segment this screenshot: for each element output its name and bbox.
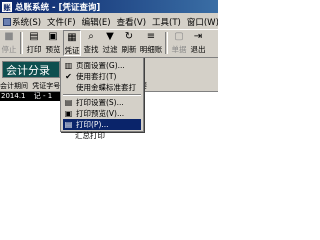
toolbar-separator bbox=[165, 32, 168, 54]
menu-item-use-template-print[interactable]: ✔ 使用套打(T) bbox=[63, 71, 141, 82]
stop-icon: ■ bbox=[4, 31, 14, 42]
menu-item-label: 打印设置(S)... bbox=[76, 98, 124, 107]
find-button-label: 查找 bbox=[83, 45, 99, 54]
print-icon: ▤ bbox=[64, 120, 73, 129]
document-button-label: 单据 bbox=[171, 45, 187, 54]
menu-item-page-setup[interactable]: ▥ 页面设置(G)... bbox=[63, 60, 141, 71]
menu-item-summary-print[interactable]: 汇总打印 bbox=[62, 130, 140, 141]
menu-item-label: 打印(P)... bbox=[76, 120, 109, 129]
menu-window-label: 窗口(W) bbox=[186, 17, 218, 28]
check-icon: ✔ bbox=[65, 72, 72, 81]
stop-button[interactable]: ■ 停止 bbox=[0, 30, 18, 56]
document-button[interactable]: ▢ 单据 bbox=[170, 30, 188, 56]
system-menu-icon bbox=[3, 17, 11, 26]
find-button[interactable]: ⌕ 查找 bbox=[82, 30, 100, 56]
menu-item-label: 汇总打印 bbox=[75, 131, 105, 140]
exit-button[interactable]: ⇥ 退出 bbox=[189, 30, 207, 56]
window-title: 总账系统 - [凭证查询] bbox=[15, 2, 101, 13]
exit-button-label: 退出 bbox=[190, 45, 206, 54]
menu-item-print-setup[interactable]: ▤ 打印设置(S)... bbox=[63, 97, 141, 108]
print-icon: ▤ bbox=[29, 31, 39, 42]
find-icon: ⌕ bbox=[88, 31, 94, 42]
preview-button[interactable]: ▣ 预览 bbox=[44, 30, 62, 56]
menu-item-standard-template-print[interactable]: 使用金蝶标准套打 bbox=[63, 82, 141, 93]
exit-icon: ⇥ bbox=[193, 31, 203, 42]
menu-bar: 系统(S) 文件(F) 编辑(E) 查看(V) 工具(T) 窗口(W) 帮助 bbox=[0, 14, 218, 30]
detail-ledger-button-label: 明细账 bbox=[139, 45, 163, 54]
menu-tools[interactable]: 工具(T) bbox=[149, 15, 184, 28]
menu-file[interactable]: 文件(F) bbox=[44, 15, 79, 28]
column-header-voucher[interactable]: 凭证字号 bbox=[32, 82, 60, 90]
file-dropdown-menu: ▥ 页面设置(G)... ✔ 使用套打(T) 使用金蝶标准套打 ▤ 打印设置(S… bbox=[60, 57, 144, 132]
refresh-button-label: 刷新 bbox=[121, 45, 137, 54]
filter-button[interactable]: ▼ 过滤 bbox=[101, 30, 119, 56]
menu-item-label: 使用金蝶标准套打 bbox=[76, 83, 136, 92]
menu-item-label: 打印预览(V)... bbox=[76, 109, 125, 118]
toolbar-separator bbox=[20, 32, 23, 54]
blank-icon bbox=[62, 131, 73, 140]
preview-button-label: 预览 bbox=[45, 45, 61, 54]
menu-item-label: 页面设置(G)... bbox=[76, 61, 125, 70]
detail-ledger-button[interactable]: ≡ 明细账 bbox=[139, 30, 163, 56]
menu-system[interactable]: 系统(S) bbox=[0, 15, 44, 28]
filter-button-label: 过滤 bbox=[102, 45, 118, 54]
voucher-button[interactable]: ▦ 凭证 bbox=[63, 30, 81, 56]
table-row[interactable]: 2014.1 记 - 1 bbox=[0, 92, 60, 101]
stop-button-label: 停止 bbox=[1, 45, 17, 54]
menu-system-label: 系统(S) bbox=[12, 17, 42, 28]
page-title: 会计分录 bbox=[2, 61, 60, 78]
blank-icon bbox=[63, 83, 74, 92]
preview-icon: ▣ bbox=[48, 31, 58, 42]
column-header-period[interactable]: 会计期间 bbox=[0, 82, 28, 90]
toolbar: ■ 停止 ▤ 打印 ▣ 预览 ▦ 凭证 ⌕ 查找 ▼ 过滤 ↻ 刷新 ≡ 明细账… bbox=[0, 30, 218, 58]
menu-window[interactable]: 窗口(W) bbox=[184, 15, 218, 28]
menu-item-print-preview[interactable]: ▣ 打印预览(V)... bbox=[63, 108, 141, 119]
menu-separator bbox=[63, 94, 141, 96]
cell-period: 2014.1 bbox=[1, 92, 26, 100]
page-setup-icon: ▥ bbox=[64, 61, 73, 70]
voucher-icon: ▦ bbox=[67, 32, 77, 43]
menu-tools-label: 工具(T) bbox=[152, 17, 181, 28]
detail-ledger-icon: ≡ bbox=[146, 31, 156, 42]
title-bar[interactable]: 账 总账系统 - [凭证查询] bbox=[0, 0, 218, 13]
print-button-label: 打印 bbox=[26, 45, 42, 54]
print-setup-icon: ▤ bbox=[64, 98, 73, 107]
app-window: 账 总账系统 - [凭证查询] 系统(S) 文件(F) 编辑(E) 查看(V) … bbox=[0, 0, 218, 141]
print-preview-icon: ▣ bbox=[64, 109, 73, 118]
menu-file-label: 文件(F) bbox=[47, 17, 76, 28]
print-button[interactable]: ▤ 打印 bbox=[25, 30, 43, 56]
refresh-icon: ↻ bbox=[124, 31, 134, 42]
menu-view[interactable]: 查看(V) bbox=[114, 15, 149, 28]
filter-icon: ▼ bbox=[106, 31, 114, 42]
menu-edit[interactable]: 编辑(E) bbox=[79, 15, 114, 28]
document-icon: ▢ bbox=[174, 31, 184, 42]
refresh-button[interactable]: ↻ 刷新 bbox=[120, 30, 138, 56]
menu-view-label: 查看(V) bbox=[116, 17, 147, 28]
menu-edit-label: 编辑(E) bbox=[81, 17, 111, 28]
menu-item-label: 使用套打(T) bbox=[76, 72, 117, 81]
voucher-button-label: 凭证 bbox=[64, 46, 80, 55]
app-icon: 账 bbox=[2, 1, 12, 12]
cell-voucher: 记 - 1 bbox=[33, 92, 53, 100]
menu-item-print[interactable]: ▤ 打印(P)... bbox=[63, 119, 141, 130]
